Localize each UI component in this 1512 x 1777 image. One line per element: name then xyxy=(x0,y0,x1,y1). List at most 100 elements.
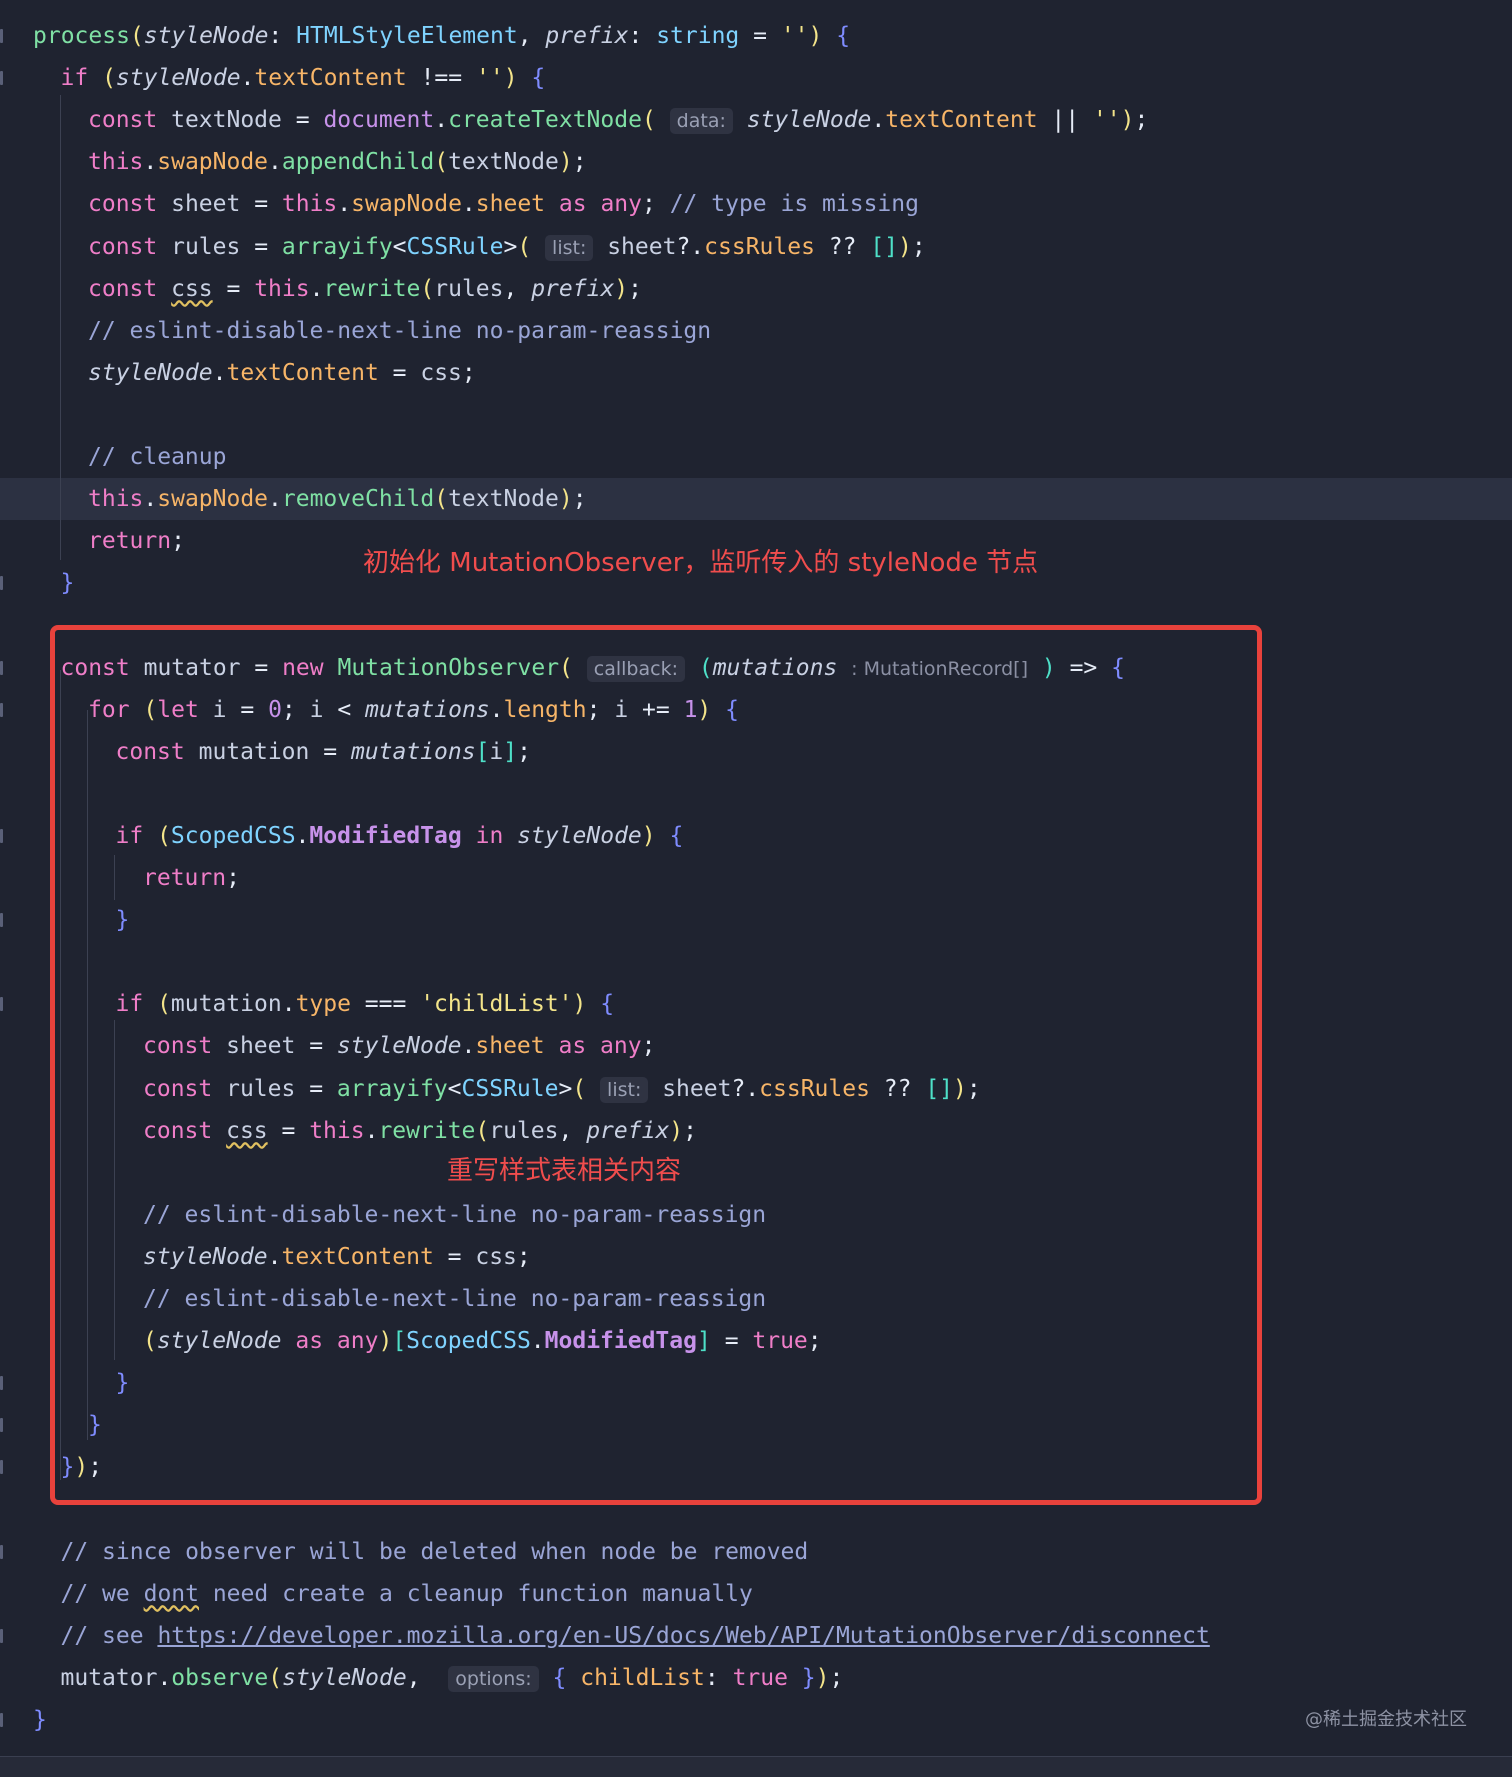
code-token: prefix xyxy=(531,275,615,302)
code-token: removeChild xyxy=(281,486,435,513)
code-token: true xyxy=(732,1664,788,1691)
code-token: . xyxy=(434,107,449,134)
code-token: ; xyxy=(461,359,476,386)
fold-marker-icon[interactable] xyxy=(0,1460,3,1475)
fold-marker-icon[interactable] xyxy=(0,828,3,843)
code-text: const textNode = document.createTextNode… xyxy=(88,99,1148,141)
code-line[interactable]: // eslint-disable-next-line no-param-rea… xyxy=(0,310,1512,352)
code-token: styleNode xyxy=(88,359,213,386)
code-token: . xyxy=(337,191,352,218)
fold-marker-icon[interactable] xyxy=(0,1544,3,1559)
code-token: ; xyxy=(911,233,926,260)
code-token: : xyxy=(628,23,657,49)
code-line[interactable]: // since observer will be deleted when n… xyxy=(0,1531,1512,1573)
code-token: ; xyxy=(628,275,643,302)
code-token[interactable]: https://developer.mozilla.org/en-US/docs… xyxy=(157,1623,1209,1649)
code-text: // we dont need create a cleanup functio… xyxy=(61,1573,753,1615)
code-token: observe xyxy=(171,1664,269,1691)
code-token: sheet xyxy=(593,233,677,260)
code-text: if (styleNode.textContent !== '') { xyxy=(61,57,546,99)
code-token: > xyxy=(503,233,518,260)
code-token: swapNode xyxy=(351,191,462,218)
code-line[interactable]: // cleanup xyxy=(0,436,1512,478)
code-token: , xyxy=(406,1664,449,1691)
code-line[interactable]: // see https://developer.mozilla.org/en-… xyxy=(0,1615,1512,1657)
code-line[interactable]: const rules = arrayify<CSSRule>( list: s… xyxy=(0,226,1512,268)
code-text: styleNode.textContent = css; xyxy=(88,352,476,394)
code-token: swapNode xyxy=(157,149,269,176)
code-token: ; xyxy=(1134,107,1149,134)
indent-guide xyxy=(60,95,61,560)
parameter-hint: list: xyxy=(545,234,594,261)
fold-marker-icon[interactable] xyxy=(0,1418,3,1433)
code-token: styleNode xyxy=(282,1664,407,1691)
code-token: this xyxy=(88,486,144,513)
code-line[interactable]: styleNode.textContent = css; xyxy=(0,352,1512,394)
fold-marker-icon[interactable] xyxy=(0,29,3,43)
code-line[interactable] xyxy=(0,394,1512,436)
code-token: this xyxy=(88,149,144,176)
fold-marker-icon[interactable] xyxy=(0,1713,3,1727)
code-token: ?? xyxy=(814,233,871,260)
code-token: = xyxy=(378,359,421,386)
code-line[interactable]: // we dont need create a cleanup functio… xyxy=(0,1573,1512,1615)
code-line[interactable]: this.swapNode.removeChild(textNode); xyxy=(0,478,1512,521)
code-line[interactable]: this.swapNode.appendChild(textNode); xyxy=(0,141,1512,183)
code-text: const sheet = this.swapNode.sheet as any… xyxy=(88,183,919,225)
code-token: , xyxy=(517,23,546,49)
code-token: styleNode xyxy=(746,107,872,134)
code-token: appendChild xyxy=(281,149,435,176)
fold-marker-icon[interactable] xyxy=(0,1628,3,1643)
code-token: createTextNode xyxy=(448,107,642,134)
code-line[interactable]: } xyxy=(0,1699,1512,1741)
code-token: mutator xyxy=(60,1664,158,1691)
code-token: . xyxy=(871,107,886,134)
code-token: ( xyxy=(641,107,656,134)
code-token: sheet xyxy=(475,191,546,218)
code-token: ) xyxy=(898,233,912,260)
code-text: process(styleNode: HTMLStyleElement, pre… xyxy=(33,15,850,57)
code-token: textContent xyxy=(885,107,1038,134)
code-token: { xyxy=(552,1664,567,1691)
code-token: textNode xyxy=(157,107,296,134)
fold-marker-icon[interactable] xyxy=(0,71,3,86)
code-line[interactable]: const css = this.rewrite(rules, prefix); xyxy=(0,268,1512,310)
code-token: // cleanup xyxy=(88,444,227,470)
annotation-highlight-box xyxy=(50,625,1262,1505)
code-token: < xyxy=(392,233,407,260)
code-token: string xyxy=(656,23,740,49)
status-bar xyxy=(0,1756,1512,1777)
code-token: : xyxy=(268,23,297,49)
fold-marker-icon[interactable] xyxy=(0,576,3,591)
code-line[interactable]: mutator.observe(styleNode, options: { ch… xyxy=(0,1657,1512,1699)
code-token: process xyxy=(33,23,130,49)
fold-marker-icon[interactable] xyxy=(0,660,3,675)
code-token: = xyxy=(295,107,324,134)
code-line[interactable]: process(styleNode: HTMLStyleElement, pre… xyxy=(0,15,1512,57)
code-token: [] xyxy=(870,233,899,260)
fold-marker-icon[interactable] xyxy=(0,702,3,717)
code-line[interactable]: const sheet = this.swapNode.sheet as any… xyxy=(0,183,1512,225)
code-token: ; xyxy=(572,149,587,176)
fold-marker-icon[interactable] xyxy=(0,913,3,928)
code-token: ; xyxy=(829,1664,844,1691)
code-token: // eslint-disable-next-line no-param-rea… xyxy=(88,317,712,344)
code-token: . xyxy=(240,65,255,92)
code-token: { xyxy=(531,65,546,92)
code-line[interactable]: const textNode = document.createTextNode… xyxy=(0,99,1512,141)
code-token: rules xyxy=(434,275,504,302)
code-token: dont xyxy=(143,1580,199,1607)
code-token: = xyxy=(254,191,282,218)
code-token: ) xyxy=(1120,107,1135,134)
fold-marker-icon[interactable] xyxy=(0,1376,3,1391)
annotation-observer-note: 初始化 MutationObserver，监听传入的 styleNode 节点 xyxy=(363,548,1039,578)
code-line[interactable]: if (styleNode.textContent !== '') { xyxy=(0,57,1512,99)
code-token: ) xyxy=(503,65,518,92)
code-token: ) xyxy=(614,275,629,302)
fold-marker-icon[interactable] xyxy=(0,997,3,1012)
